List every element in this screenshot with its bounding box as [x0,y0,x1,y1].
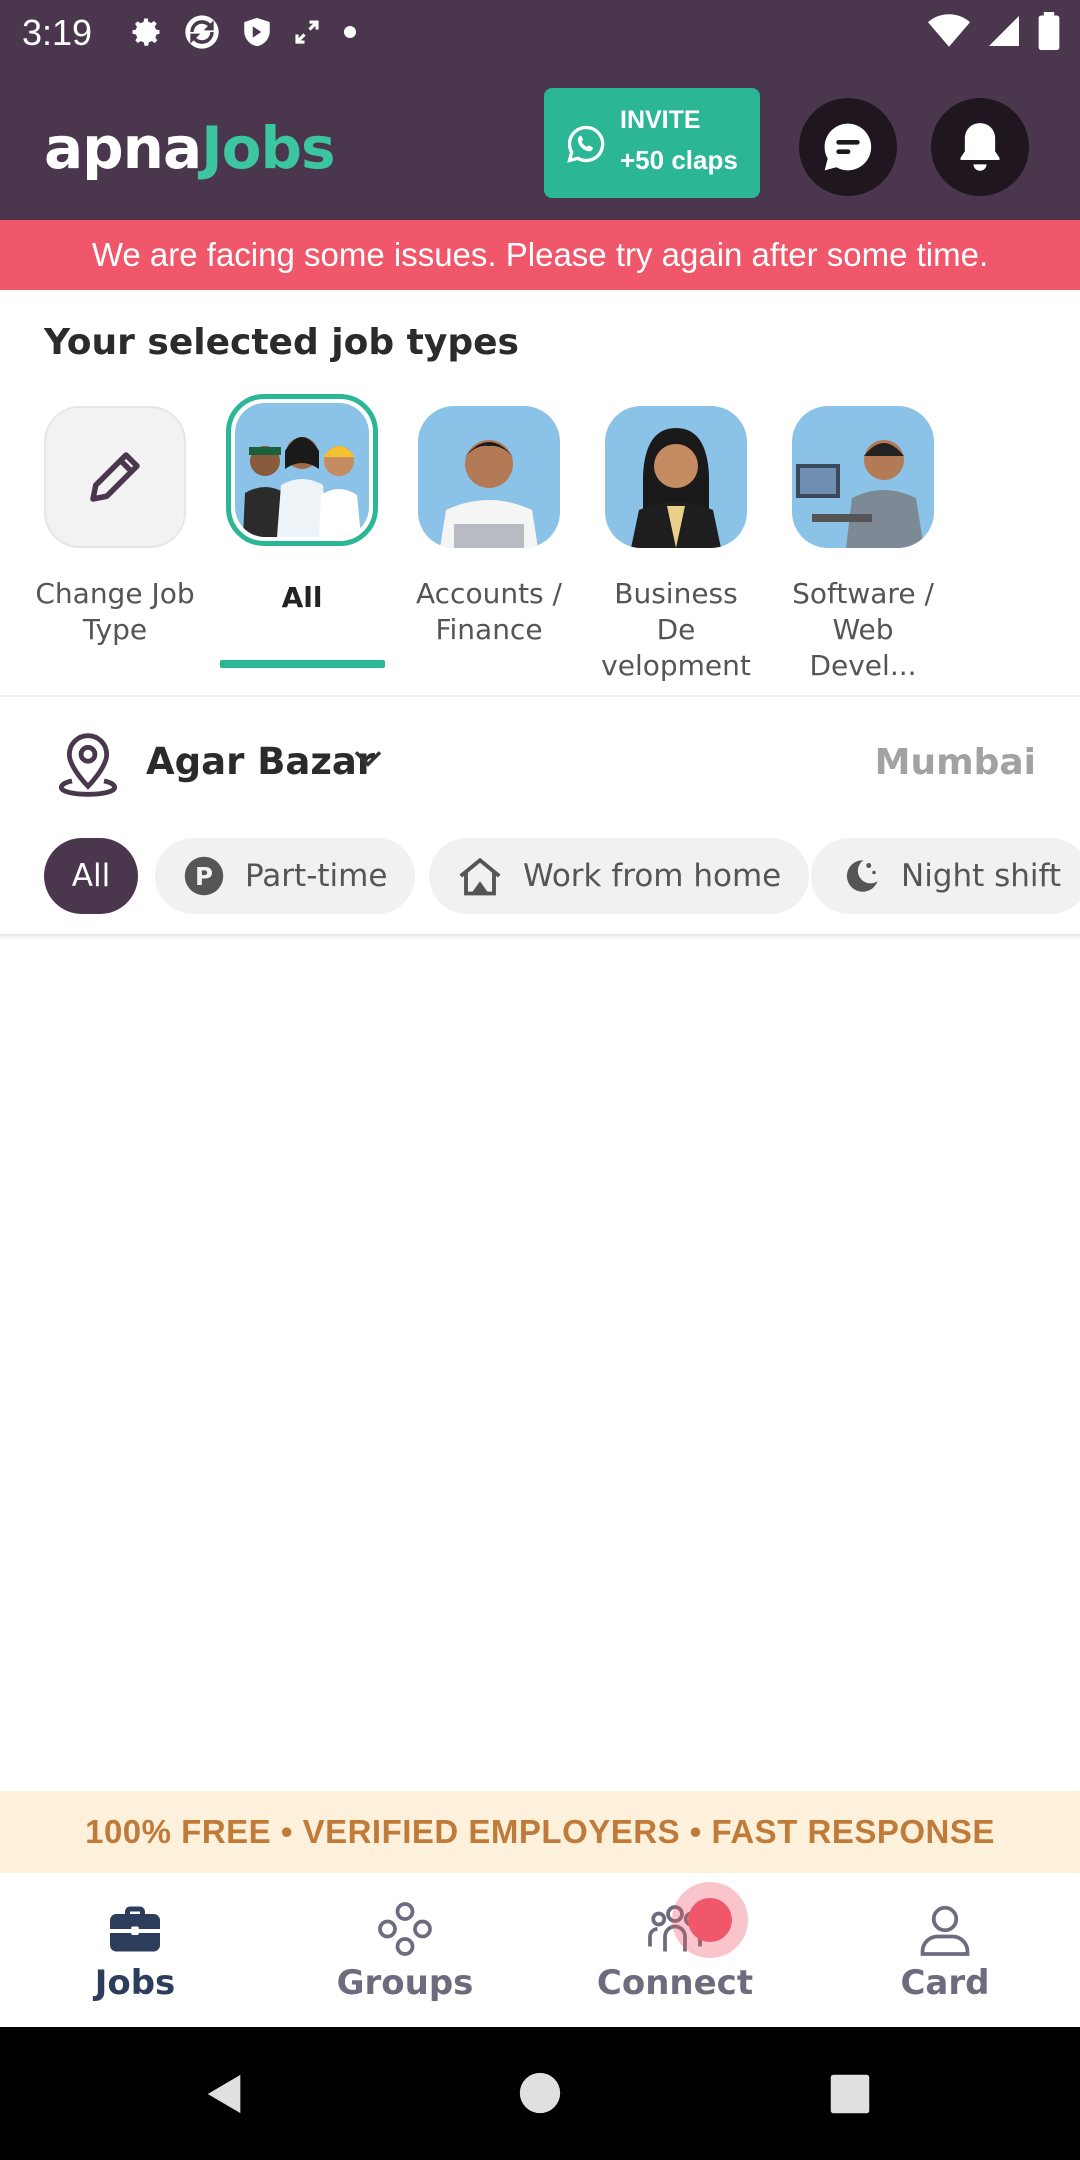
nav-label: Connect [596,1963,754,2003]
whatsapp-icon [567,125,605,163]
logo-apna: apna [44,114,202,182]
wifi-icon [928,14,970,47]
svg-text:P: P [195,862,213,891]
chip-part-time[interactable]: P Part-time [155,838,416,914]
job-type-accounts[interactable]: Accounts / Finance [404,398,574,648]
people-group-image [235,403,369,537]
chips-shadow [0,934,1080,940]
divider [0,695,1080,697]
status-icons-left [128,12,360,52]
recents-icon[interactable] [829,2073,871,2115]
chip-all[interactable]: All [44,838,138,914]
nav-connect[interactable]: Connect [540,1873,810,2027]
nav-label: Jobs [94,1963,176,2003]
accountant-image [418,406,560,548]
notifications-button[interactable] [931,98,1029,196]
apna-jobs-logo: apnaJobs [44,114,336,182]
chat-button[interactable] [799,98,897,196]
job-type-software[interactable]: Software / Web Devel... [778,398,948,684]
chip-work-from-home[interactable]: Work from home [429,838,810,914]
chip-label: All [71,858,111,894]
part-time-icon: P [183,855,225,897]
expand-icon [295,20,319,44]
gear-icon [132,18,160,46]
back-icon[interactable] [202,2071,248,2117]
profile-icon [920,1905,970,1956]
nav-card[interactable]: Card [810,1873,1080,2027]
job-type-label: Accounts / Finance [416,577,562,646]
software-avatar [792,406,934,548]
business-development-avatar [605,406,747,548]
status-time: 3:19 [22,12,93,53]
change-job-type-avatar [44,406,186,548]
all-jobs-avatar [226,394,378,546]
nav-label: Card [900,1963,990,2003]
job-type-all[interactable]: All [217,394,387,616]
business-woman-image [605,406,747,548]
pencil-icon [90,452,140,502]
touch-indicator-core [688,1898,732,1942]
home-icon [457,855,503,897]
job-type-label: Business De velopment [601,577,751,682]
chat-icon [824,123,872,171]
accounts-avatar [418,406,560,548]
chevron-down-icon[interactable] [352,748,384,770]
signal-icon [989,16,1019,46]
promo-bar: 100% FREE • VERIFIED EMPLOYERS • FAST RE… [0,1791,1080,1873]
invite-text: INVITE +50 claps [620,106,738,176]
nav-jobs[interactable]: Jobs [0,1873,270,2027]
chip-label: Night shift [901,858,1062,894]
bottom-nav: Jobs Groups Connect Card [0,1873,1080,2027]
status-bar: 3:19 [0,0,1080,66]
chip-night-shift[interactable]: Night shift [811,838,1080,914]
job-type-label: Software / Web Devel... [792,577,934,682]
selected-underline [220,660,385,668]
job-type-label: Change Job Type [35,577,195,646]
system-navigation-bar [0,2027,1080,2160]
bell-icon [960,123,1000,171]
briefcase-icon [110,1906,160,1952]
status-icons-right [928,12,1060,50]
invite-label: INVITE [620,106,701,134]
battery-icon [1038,12,1060,50]
nav-groups[interactable]: Groups [270,1873,540,2027]
logo-jobs: Jobs [201,114,335,182]
location-pin-icon [58,733,118,797]
nav-label: Groups [336,1963,474,2003]
home-button-icon[interactable] [518,2071,562,2115]
location-city[interactable]: Mumbai [875,742,1036,783]
sync-icon [185,15,219,49]
groups-icon [378,1902,432,1956]
filter-chips: All P Part-time Work from home Night shi… [44,838,1080,914]
software-developer-image [792,406,934,548]
chip-label: Part-time [245,858,388,894]
location-area[interactable]: Agar Bazar [146,740,375,783]
job-type-change[interactable]: Change Job Type [30,398,200,648]
shield-icon [244,17,270,47]
error-banner: We are facing some issues. Please try ag… [0,220,1080,290]
invite-button[interactable]: INVITE +50 claps [544,88,760,198]
dot-icon [344,26,356,38]
job-type-label: All [281,581,323,614]
invite-claps: +50 claps [620,145,738,175]
moon-icon [839,855,881,897]
section-title: Your selected job types [44,322,519,363]
chip-label: Work from home [523,858,782,894]
job-type-business-development[interactable]: Business De velopment [591,398,761,684]
app-header: apnaJobs INVITE +50 claps [0,66,1080,220]
location-row[interactable]: Agar Bazar Mumbai [0,720,1080,810]
